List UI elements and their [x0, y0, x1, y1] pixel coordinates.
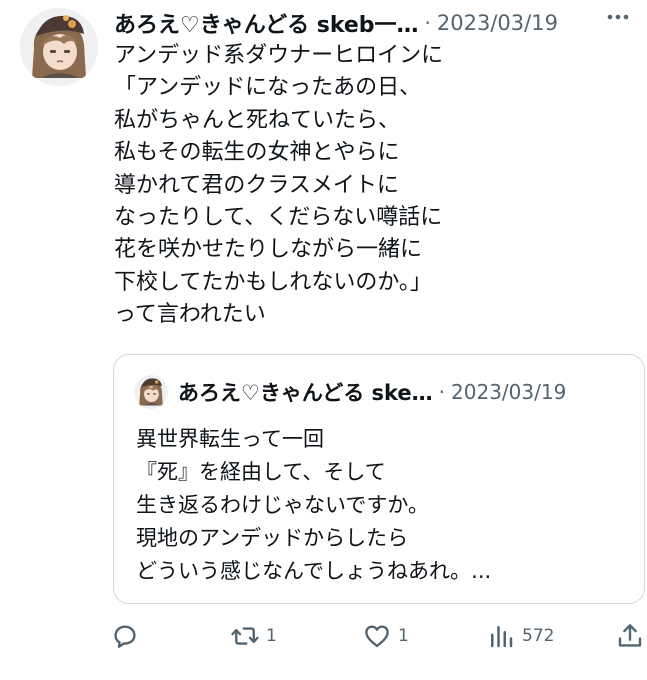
quoted-text-line: 異世界転生って一回 — [136, 427, 324, 451]
more-button[interactable] — [606, 0, 636, 34]
tweet-text-line: 下校してたかもしれないのか。」 — [114, 269, 432, 295]
tweet-text-line: 「アンデッドになったあの日、 — [114, 75, 422, 101]
tweet-text-line: 私がちゃんと死ねていたら、 — [114, 107, 401, 133]
tweet-actions: 1 1 572 — [110, 618, 645, 654]
tweet[interactable]: あろえ♡きゃんどる skeb一… · 2023/03/19 アンデッド系ダウナー… — [0, 0, 647, 680]
header-separator: · — [424, 11, 431, 35]
quoted-tweet-header: あろえ♡きゃんどる ske… · 2023/03/19 — [178, 375, 566, 409]
author-avatar-image — [20, 8, 98, 86]
tweet-text-line: 導かれて君のクラスメイトに — [114, 172, 399, 198]
heart-icon — [365, 625, 389, 648]
quoted-text-line: 現地のアンデッドからしたら — [136, 526, 409, 550]
share-button[interactable] — [615, 618, 647, 654]
quoted-tweet-date: 2023/03/19 — [451, 380, 567, 404]
quoted-tweet[interactable]: あろえ♡きゃんどる ske… · 2023/03/19 異世界転生って一回 『死… — [113, 354, 645, 604]
quoted-text-line: 生き返るわけじゃないですか。 — [136, 493, 429, 517]
quoted-avatar-image — [134, 375, 168, 409]
like-count: 1 — [398, 626, 409, 646]
tweet-date[interactable]: 2023/03/19 — [437, 11, 558, 35]
author-avatar[interactable] — [20, 8, 98, 86]
quoted-author-name: あろえ♡きゃんどる ske… — [178, 381, 433, 405]
quoted-author-avatar — [134, 375, 168, 409]
quoted-tweet-text: 異世界転生って一回 『死』を経由して、そして 生き返るわけじゃないですか。 現地… — [136, 423, 626, 588]
tweet-text-line: 花を咲かせたりしながら一緒に — [114, 237, 423, 263]
views-button[interactable]: 572 — [486, 618, 554, 654]
like-button[interactable]: 1 — [362, 618, 409, 654]
tweet-text-line: 私もその転生の女神とやらに — [114, 140, 400, 166]
tweet-text: アンデッド系ダウナーヒロインに 「アンデッドになったあの日、 私がちゃんと死ねて… — [114, 40, 634, 332]
author-name[interactable]: あろえ♡きゃんどる skeb一… — [114, 7, 419, 39]
share-icon — [618, 624, 642, 647]
tweet-text-line: って言われたい — [114, 302, 266, 328]
quoted-text-line: 『死』を経由して、そして — [136, 460, 386, 484]
quoted-header-separator: · — [438, 380, 446, 404]
retweet-icon — [231, 627, 259, 645]
tweet-header: あろえ♡きゃんどる skeb一… · 2023/03/19 — [114, 6, 634, 40]
tweet-text-line: アンデッド系ダウナーヒロインに — [114, 43, 444, 68]
quoted-text-line: どういう感じなんでしょうねあれ。... — [136, 559, 492, 583]
reply-icon — [114, 625, 136, 648]
reply-button[interactable] — [110, 618, 146, 654]
retweet-count: 1 — [266, 626, 277, 646]
views-icon — [491, 626, 513, 648]
tweet-text-line: なったりして、くだらない噂話に — [114, 205, 443, 231]
more-icon — [607, 14, 629, 20]
retweet-button[interactable]: 1 — [230, 618, 277, 654]
views-count: 572 — [522, 626, 555, 646]
